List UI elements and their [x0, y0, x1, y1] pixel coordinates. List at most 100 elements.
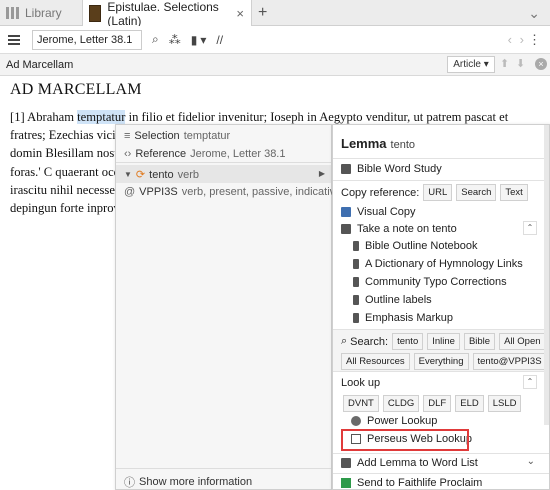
- copy-text-button[interactable]: Text: [500, 184, 528, 201]
- bible-word-study-label: Bible Word Study: [357, 163, 442, 175]
- take-note-item[interactable]: Take a note on tento: [341, 223, 457, 235]
- reference-row[interactable]: ‹› Reference Jerome, Letter 38.1: [124, 148, 285, 160]
- expand-icon[interactable]: ⌄: [527, 456, 535, 467]
- tab-library-label: Library: [25, 6, 62, 20]
- search-row-2: All Resources Everything tento@VPPI3S: [341, 353, 547, 370]
- notebook-icon: [353, 313, 359, 323]
- arrow-up-icon[interactable]: ⬆: [500, 57, 509, 70]
- lookup-dlf-button[interactable]: DLF: [423, 395, 452, 412]
- tab-active-label: Epistulae. Selections (Latin): [107, 0, 219, 28]
- power-lookup-item[interactable]: Power Lookup: [351, 415, 437, 427]
- reference-value: Jerome, Letter 38.1: [190, 148, 286, 160]
- send-proclaim-item[interactable]: Send to Faithlife Proclaim: [341, 477, 482, 489]
- back-icon[interactable]: ‹: [508, 32, 512, 47]
- word-list-icon: [341, 458, 351, 468]
- take-note-label: Take a note on tento: [357, 223, 457, 235]
- divider: [333, 158, 549, 159]
- section-title-bar: Ad Marcellam Article ▾ ⬆ ⬇ ×: [0, 54, 550, 76]
- panel-icon[interactable]: ▮: [191, 33, 198, 47]
- people-icon[interactable]: ⁂: [169, 33, 181, 47]
- lookup-cldg-button[interactable]: CLDG: [382, 395, 420, 412]
- divider: [333, 180, 549, 181]
- search-label: Search:: [350, 335, 389, 348]
- panel-dropdown-icon[interactable]: ▾: [200, 33, 206, 47]
- tab-epistulae[interactable]: Epistulae. Selections (Latin) ×: [82, 0, 252, 28]
- copy-url-button[interactable]: URL: [423, 184, 453, 201]
- tab-overflow-icon[interactable]: ⌄: [528, 0, 540, 26]
- notebook-item[interactable]: Bible Outline Notebook: [353, 240, 478, 252]
- notebook-label: Outline labels: [365, 294, 432, 306]
- menu-icon[interactable]: [8, 34, 20, 45]
- reference-input[interactable]: Jerome, Letter 38.1: [32, 29, 142, 50]
- tab-close-icon[interactable]: ×: [236, 6, 244, 21]
- selected-word[interactable]: temptatur: [77, 110, 126, 124]
- selection-value: temptatur: [183, 130, 231, 142]
- power-lookup-label: Power Lookup: [367, 415, 438, 427]
- lemma-menu: Lemma tento Bible Word Study Copy referen…: [332, 124, 550, 490]
- lemma-pos: verb: [177, 168, 200, 181]
- power-lookup-icon: [351, 416, 361, 426]
- tab-library[interactable]: Library: [6, 0, 62, 26]
- new-tab-button[interactable]: +: [258, 0, 267, 26]
- search-everything-button[interactable]: Everything: [413, 353, 469, 370]
- resource-toolbar: Jerome, Letter 38.1 ⌕ ⁂ ▮ ▾ // ‹ › ⋮: [0, 26, 550, 54]
- notebook-item[interactable]: Community Typo Corrections: [353, 276, 507, 288]
- lines-icon: ≡: [124, 130, 131, 142]
- lookup-dvnt-button[interactable]: DVNT: [343, 395, 379, 412]
- article-dropdown[interactable]: Article ▾: [447, 56, 495, 73]
- tab-bar: Library Epistulae. Selections (Latin) × …: [0, 0, 550, 28]
- search-icon[interactable]: ⌕: [152, 32, 159, 47]
- highlight-box: [341, 429, 469, 451]
- visual-copy-item[interactable]: Visual Copy: [341, 206, 416, 218]
- collapse-notes-icon[interactable]: ⌃: [523, 221, 537, 235]
- info-popup-left: ≡ Selection temptatur ‹› Reference Jerom…: [115, 124, 344, 490]
- notebook-item[interactable]: Emphasis Markup: [353, 312, 453, 324]
- notebook-label: Bible Outline Notebook: [365, 240, 478, 252]
- search-all-resources-button[interactable]: All Resources: [341, 353, 410, 370]
- lookup-label: Look up: [341, 377, 381, 389]
- add-lemma-item[interactable]: Add Lemma to Word List: [341, 457, 478, 469]
- notebook-label: Community Typo Corrections: [365, 276, 507, 288]
- notebook-item[interactable]: A Dictionary of Hymnology Links: [353, 258, 523, 270]
- search-morph-button[interactable]: tento@VPPI3S: [472, 353, 547, 370]
- para-text-start: [1] Abraham: [10, 110, 78, 124]
- collapse-lookup-icon[interactable]: ⌃: [523, 375, 537, 389]
- send-proclaim-label: Send to Faithlife Proclaim: [357, 477, 483, 489]
- search-all-open-button[interactable]: All Open: [499, 333, 546, 350]
- divider: [116, 162, 331, 163]
- submenu-arrow-icon: ▶: [318, 169, 325, 178]
- menu-scrollbar[interactable]: [544, 125, 549, 425]
- expand-arrow-icon: ▼: [124, 170, 132, 179]
- document-heading: AD MARCELLAM: [10, 81, 142, 98]
- parallel-resources-icon[interactable]: //: [216, 33, 223, 47]
- lookup-eld-button[interactable]: ELD: [455, 395, 484, 412]
- library-icon: [6, 7, 19, 19]
- divider: [333, 473, 549, 474]
- search-icon: ⌕: [341, 335, 348, 347]
- notebook-item[interactable]: Outline labels: [353, 294, 432, 306]
- divider: [333, 453, 549, 454]
- visual-copy-icon: [341, 207, 351, 217]
- info-icon: ⓘ: [124, 477, 135, 489]
- show-more-label: Show more information: [139, 476, 253, 488]
- visual-copy-label: Visual Copy: [357, 206, 416, 218]
- close-circle-icon[interactable]: ×: [535, 58, 547, 70]
- proclaim-icon: [341, 478, 351, 488]
- more-options-icon[interactable]: ⋮: [528, 32, 541, 48]
- search-bible-button[interactable]: Bible: [463, 333, 496, 350]
- forward-icon[interactable]: ›: [520, 32, 524, 47]
- lemma-row[interactable]: ▼ ⟳ tento verb: [124, 168, 200, 182]
- bws-icon: [341, 164, 351, 174]
- notebook-label: A Dictionary of Hymnology Links: [365, 258, 523, 270]
- arrow-down-icon[interactable]: ⬇: [516, 57, 525, 70]
- divider-bottom: [116, 468, 331, 469]
- search-inline-button[interactable]: Inline: [427, 333, 460, 350]
- selection-row[interactable]: ≡ Selection temptatur: [124, 130, 230, 142]
- notebook-icon: [353, 259, 359, 269]
- bible-word-study-item[interactable]: Bible Word Study: [341, 163, 442, 175]
- search-tento-button[interactable]: tento: [392, 333, 424, 350]
- show-more-button[interactable]: ⓘ Show more information: [124, 474, 252, 490]
- lookup-lsld-button[interactable]: LSLD: [487, 395, 522, 412]
- morph-row[interactable]: @ VPPI3S verb, present, passive, indicat…: [124, 186, 344, 198]
- copy-search-button[interactable]: Search: [456, 184, 497, 201]
